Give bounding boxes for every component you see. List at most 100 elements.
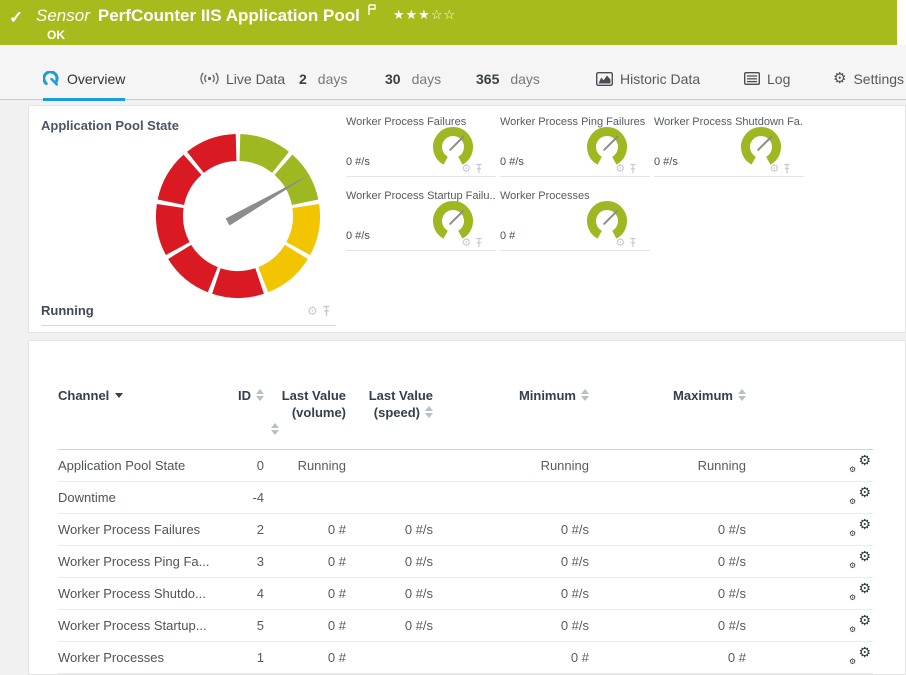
table-header-row: Channel ID Last Value(volume) Last Value… — [58, 381, 873, 450]
tab-log[interactable]: Log — [744, 57, 790, 100]
tab-30-days[interactable]: 30 days — [385, 57, 441, 100]
channel-name[interactable]: Worker Process Ping Fa... — [58, 546, 218, 578]
small-gauge-worker-process-failures: Worker Process Failures 0 #/s ⚙ — [346, 114, 496, 177]
minimum-value: 0 # — [435, 642, 591, 674]
table-row[interactable]: Downtime -4 ⚙⚙ — [58, 482, 873, 514]
col-header-maximum[interactable]: Maximum — [591, 381, 748, 450]
stars-empty: ☆☆ — [431, 7, 456, 22]
minimum-value: 0 #/s — [435, 546, 591, 578]
minimum-value: Running — [435, 450, 591, 482]
tab-2-days[interactable]: 2 days — [299, 57, 347, 100]
last-value-volume: 0 # — [266, 578, 348, 610]
gauge-icon — [43, 71, 60, 86]
small-gauge-actions: ⚙ — [462, 237, 483, 248]
channel-settings-icon[interactable]: ⚙⚙ — [849, 487, 871, 505]
channels-panel: Channel ID Last Value(volume) Last Value… — [28, 340, 906, 675]
last-value-speed — [348, 482, 435, 514]
channel-settings-icon[interactable]: ⚙⚙ — [849, 551, 871, 569]
channel-id: 4 — [218, 578, 266, 610]
channel-name[interactable]: Downtime — [58, 482, 218, 514]
channel-gear-icon[interactable]: ⚙ — [462, 237, 472, 248]
maximum-value: 0 #/s — [591, 546, 748, 578]
channel-gear-icon[interactable]: ⚙ — [616, 163, 626, 174]
col-header-minimum[interactable]: Minimum — [435, 381, 591, 450]
channel-id: 2 — [218, 514, 266, 546]
channel-name[interactable]: Worker Process Failures — [58, 514, 218, 546]
tab-30-days-number: 30 — [385, 71, 401, 87]
last-value-speed: 0 #/s — [348, 546, 435, 578]
tab-365-days[interactable]: 365 days — [476, 57, 540, 100]
channel-settings-icon[interactable]: ⚙⚙ — [849, 455, 871, 473]
table-row[interactable]: Worker Process Startup... 5 0 # 0 #/s 0 … — [58, 610, 873, 642]
maximum-value: 0 #/s — [591, 578, 748, 610]
last-value-speed: 0 #/s — [348, 514, 435, 546]
pin-icon[interactable] — [629, 237, 637, 248]
maximum-value: Running — [591, 450, 748, 482]
tab-live-data-label: Live Data — [226, 71, 285, 87]
gauges-panel: Application Pool State Running ⚙ Worker … — [28, 105, 906, 333]
tab-overview-label: Overview — [67, 71, 125, 87]
small-gauge-empty-cell — [654, 188, 804, 251]
table-row[interactable]: Worker Process Shutdo... 4 0 # 0 #/s 0 #… — [58, 578, 873, 610]
main-gauge-title: Application Pool State — [41, 118, 179, 133]
maximum-value: 0 # — [591, 642, 748, 674]
col-header-channel[interactable]: Channel — [58, 381, 218, 450]
channel-gear-icon[interactable]: ⚙ — [770, 163, 780, 174]
channels-table: Channel ID Last Value(volume) Last Value… — [58, 381, 873, 674]
sort-arrows-icon — [271, 423, 279, 435]
channel-name[interactable]: Worker Processes — [58, 642, 218, 674]
channel-gear-icon[interactable]: ⚙ — [616, 237, 626, 248]
channel-gear-icon[interactable]: ⚙ — [307, 305, 318, 317]
channel-settings-icon[interactable]: ⚙⚙ — [849, 583, 871, 601]
tab-bar: Overview Live Data 2 days 30 days 365 da… — [0, 45, 906, 100]
small-gauge-actions: ⚙ — [462, 163, 483, 174]
col-header-id[interactable]: ID — [218, 381, 266, 450]
small-gauge-worker-process-ping-failures: Worker Process Ping Failures 0 #/s ⚙ — [500, 114, 650, 177]
tab-live-data[interactable]: Live Data — [200, 57, 285, 100]
pin-icon[interactable] — [783, 163, 791, 174]
tab-historic-data[interactable]: Historic Data — [596, 57, 700, 100]
tab-2-days-number: 2 — [299, 71, 307, 87]
table-row[interactable]: Application Pool State 0 Running Running… — [58, 450, 873, 482]
col-header-last-value-volume[interactable]: Last Value(volume) — [266, 381, 348, 450]
tab-overview[interactable]: Overview — [43, 57, 125, 100]
area-chart-icon — [596, 72, 613, 86]
table-row[interactable]: Worker Processes 1 0 # 0 # 0 # ⚙⚙ — [58, 642, 873, 674]
col-header-last-value-speed[interactable]: Last Value(speed) — [348, 381, 435, 450]
priority-stars[interactable]: ★★★☆☆ — [393, 7, 456, 23]
last-value-speed — [348, 450, 435, 482]
channel-id: 5 — [218, 610, 266, 642]
small-gauge-worker-process-startup-failures: Worker Process Startup Failu... 0 #/s ⚙ — [346, 188, 496, 251]
channel-name[interactable]: Worker Process Shutdo... — [58, 578, 218, 610]
small-gauge-actions: ⚙ — [616, 163, 637, 174]
channel-settings-icon[interactable]: ⚙⚙ — [849, 615, 871, 633]
pin-icon[interactable] — [475, 237, 483, 248]
minimum-value: 0 #/s — [435, 578, 591, 610]
tab-settings[interactable]: ⚙ Settings — [833, 57, 904, 100]
channel-name[interactable]: Application Pool State — [58, 450, 218, 482]
pin-icon[interactable] — [322, 305, 331, 317]
app-pool-state-gauge — [154, 132, 322, 300]
channel-id: -4 — [218, 482, 266, 514]
sensor-header: ✓ Sensor PerfCounter IIS Application Poo… — [0, 0, 897, 45]
small-gauge-worker-processes: Worker Processes 0 # ⚙ — [500, 188, 650, 251]
flag-icon[interactable] — [368, 1, 377, 21]
small-gauge-value: 0 #/s — [654, 156, 678, 168]
table-row[interactable]: Worker Process Ping Fa... 3 0 # 0 #/s 0 … — [58, 546, 873, 578]
log-icon — [744, 72, 760, 85]
channel-settings-icon[interactable]: ⚙⚙ — [849, 647, 871, 665]
channel-settings-icon[interactable]: ⚙⚙ — [849, 519, 871, 537]
pin-icon[interactable] — [475, 163, 483, 174]
channel-gear-icon[interactable]: ⚙ — [462, 163, 472, 174]
maximum-value: 0 #/s — [591, 610, 748, 642]
sort-caret-icon — [115, 393, 123, 398]
table-row[interactable]: Worker Process Failures 2 0 # 0 #/s 0 #/… — [58, 514, 873, 546]
col-header-actions — [748, 381, 873, 450]
last-value-volume: Running — [266, 450, 348, 482]
pin-icon[interactable] — [629, 163, 637, 174]
small-gauge-actions: ⚙ — [616, 237, 637, 248]
last-value-volume: 0 # — [266, 642, 348, 674]
channel-name[interactable]: Worker Process Startup... — [58, 610, 218, 642]
small-gauges-grid: Worker Process Failures 0 #/s ⚙ Worker P… — [346, 114, 808, 251]
small-gauge-actions: ⚙ — [770, 163, 791, 174]
